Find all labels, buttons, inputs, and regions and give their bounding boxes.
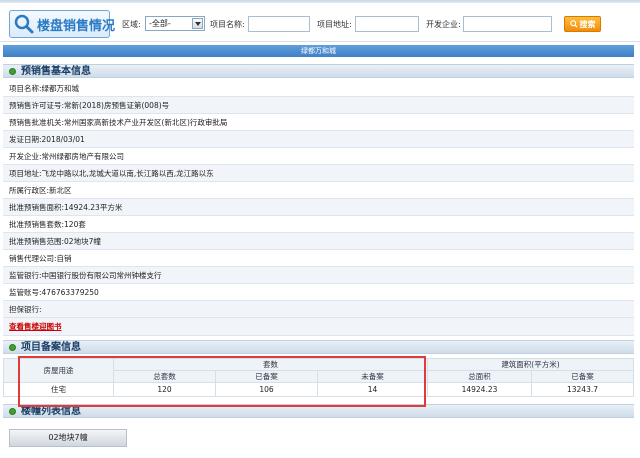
info-row: 监管银行:中国银行股份有限公司常州钟楼支行 [3, 267, 634, 284]
info-value: 14924.23平方米 [64, 203, 123, 212]
info-label: 所属行政区: [9, 186, 50, 195]
developer-label: 开发企业: [426, 20, 461, 29]
info-label: 发证日期: [9, 135, 42, 144]
search-button[interactable]: 搜索 [564, 16, 601, 32]
info-row: 发证日期:2018/03/01 [3, 131, 634, 148]
district-select-value: -全部- [149, 19, 171, 28]
district-select[interactable]: -全部- [145, 16, 205, 31]
presale-section-header: 预销售基本信息 [3, 64, 634, 78]
info-label: 批准预销售范围: [9, 237, 65, 246]
dropdown-arrow-icon[interactable] [192, 18, 203, 29]
info-value: 常州国家高新技术产业开发区(新北区)行政审批局 [64, 118, 228, 127]
project-name-label: 项目名称: [210, 20, 245, 29]
info-value: 中国银行股份有限公司常州钟楼支行 [41, 271, 162, 280]
info-label: 监管银行: [9, 271, 42, 280]
project-address-label: 项目地址: [317, 20, 352, 29]
info-row: 预销售批准机关:常州国家高新技术产业开发区(新北区)行政审批局 [3, 114, 634, 131]
header: 楼盘销售情况 区域: -全部- 项目名称: 项目地址: 开发企业: 搜索 [0, 3, 640, 42]
info-value: 绿都万和城 [41, 84, 80, 93]
info-value: 自销 [56, 254, 72, 263]
record-section-header: 项目备案信息 [3, 340, 634, 354]
info-label: 批准预销售面积: [9, 203, 65, 212]
info-label: 项目名称: [9, 84, 42, 93]
info-label: 批准预销售套数: [9, 220, 65, 229]
info-row: 批准预销售面积:14924.23平方米 [3, 199, 634, 216]
info-label: 销售代理公司: [9, 254, 57, 263]
project-name-input[interactable] [248, 16, 310, 32]
section-bullet-icon [9, 344, 16, 351]
info-label: 监管账号: [9, 288, 42, 297]
search-magnifier-icon [13, 13, 35, 35]
section-bullet-icon [9, 408, 16, 415]
header-filed-area: 已备案 [531, 370, 634, 383]
info-value: 新北区 [49, 186, 72, 195]
info-value: 常新(2018)房预售证第(008)号 [64, 101, 170, 110]
info-row: 销售代理公司:自销 [3, 250, 634, 267]
page-title: 楼盘销售情况 [37, 18, 116, 34]
info-value: 常州绿都房地产有限公司 [41, 152, 125, 161]
header-total-area: 总面积 [427, 370, 532, 383]
cell-total-area: 14924.23 [427, 382, 532, 397]
info-row: 开发企业:常州绿都房地产有限公司 [3, 148, 634, 165]
map-link-row: 查看售楼迎图书 [3, 318, 634, 336]
project-address-input[interactable] [355, 16, 419, 32]
info-value: 飞龙中路以北,龙城大道以南,长江路以西,龙江路以东 [41, 169, 214, 178]
buildings-section-title: 楼幢列表信息 [21, 406, 81, 417]
presale-section-title: 预销售基本信息 [21, 66, 91, 77]
info-label: 预销售许可证号: [9, 101, 65, 110]
view-map-link[interactable]: 查看售楼迎图书 [9, 322, 62, 331]
info-row: 项目地址:飞龙中路以北,龙城大道以南,长江路以西,龙江路以东 [3, 165, 634, 182]
record-section-title: 项目备案信息 [21, 342, 81, 353]
info-label: 预销售批准机关: [9, 118, 65, 127]
info-row: 预销售许可证号:常新(2018)房预售证第(008)号 [3, 97, 634, 114]
info-value: 120套 [64, 220, 86, 229]
page-logo: 楼盘销售情况 [9, 10, 115, 38]
info-row: 批准预销售套数:120套 [3, 216, 634, 233]
info-row: 担保银行: [3, 301, 634, 318]
cell-filed-area: 13243.7 [531, 382, 634, 397]
building-button[interactable]: 02地块7幢 [9, 429, 127, 447]
search-button-label: 搜索 [579, 19, 596, 29]
info-row: 批准预销售范围:02地块7幢 [3, 233, 634, 250]
info-value: 476763379250 [41, 288, 99, 297]
info-row: 所属行政区:新北区 [3, 182, 634, 199]
project-title-bar: 绿都万和城 [3, 45, 634, 57]
info-label: 担保银行: [9, 305, 42, 314]
info-value: 02地块7幢 [64, 237, 101, 246]
header-area-group: 建筑面积(平方米) [427, 358, 634, 371]
info-row: 监管账号:476763379250 [3, 284, 634, 301]
info-label: 开发企业: [9, 152, 42, 161]
developer-input[interactable] [463, 16, 552, 32]
info-label: 项目地址: [9, 169, 42, 178]
search-icon [569, 20, 578, 28]
section-bullet-icon [9, 68, 16, 75]
highlight-box [18, 356, 426, 407]
info-value: 2018/03/01 [41, 135, 85, 144]
district-label: 区域: [122, 20, 141, 29]
info-row: 项目名称:绿都万和城 [3, 80, 634, 97]
